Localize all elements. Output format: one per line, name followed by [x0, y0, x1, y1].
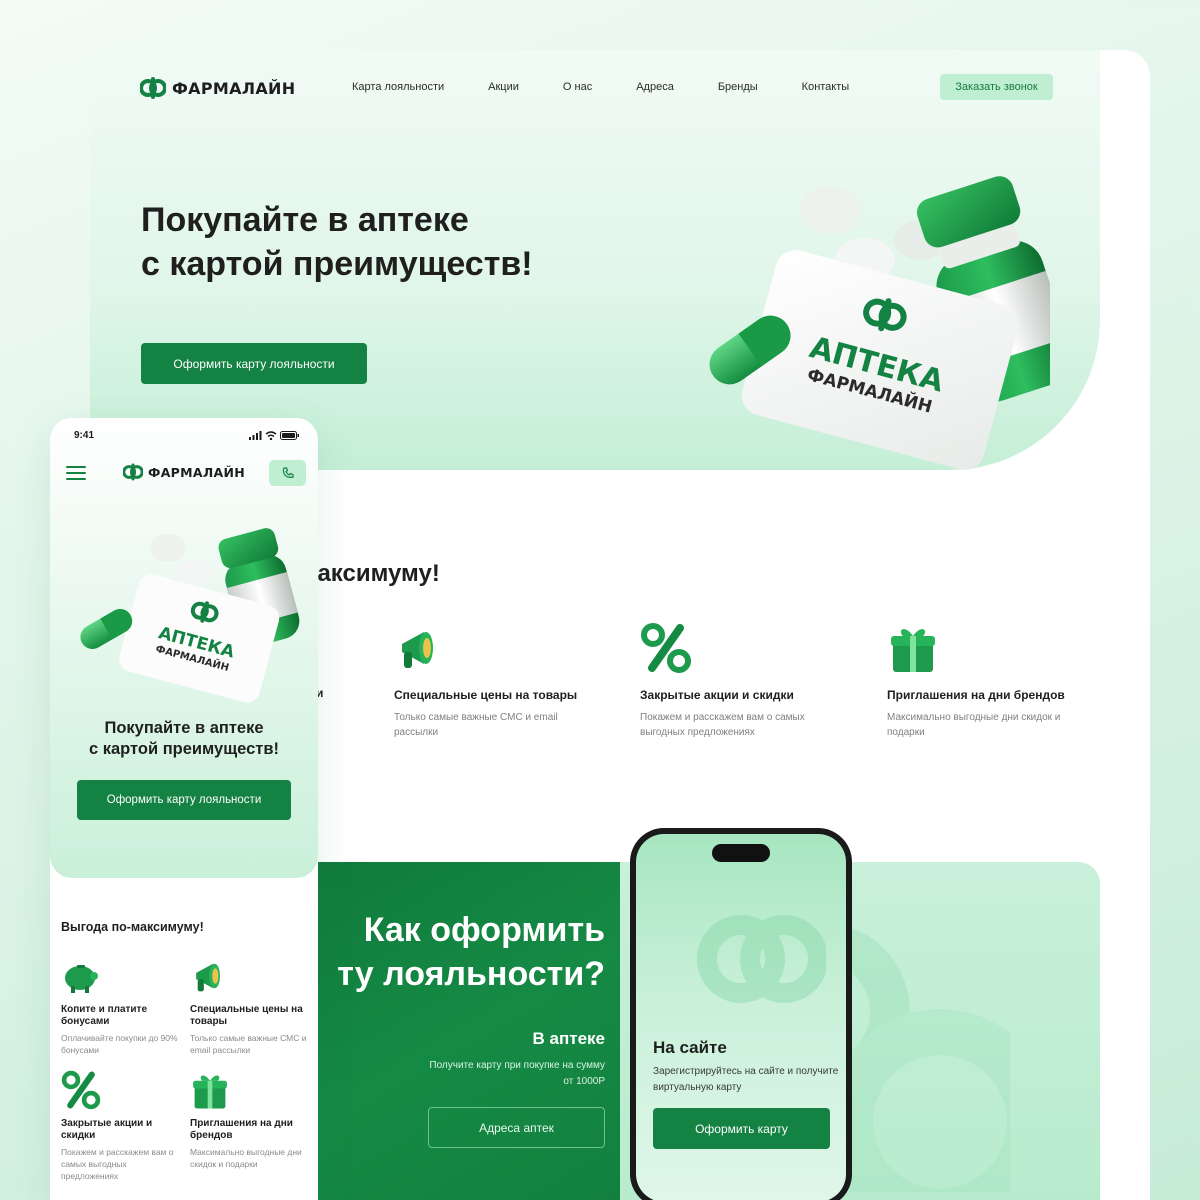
benefit-title: Приглашения на дни брендов	[887, 688, 1065, 702]
phone-icon	[282, 467, 294, 479]
get-loyalty-card-button[interactable]: Оформить карту лояльности	[77, 780, 291, 820]
request-call-button[interactable]: Заказать звонок	[940, 74, 1053, 100]
nav-brands[interactable]: Бренды	[718, 81, 758, 93]
how-title: Как оформить ту лояльности?	[337, 908, 605, 996]
in-store-desc: Получите карту при покупке на сумму от 1…	[429, 1060, 605, 1087]
how-title-line: Как оформить	[363, 911, 605, 949]
hamburger-menu-icon[interactable]	[66, 465, 86, 481]
benefit-title: Закрытые акции и скидки	[61, 1118, 153, 1141]
benefit-desc: Покажем и расскажем вам о самых выгодных…	[61, 1147, 174, 1181]
benefit-desc: Только самые важные СМС и email рассылки	[394, 712, 558, 738]
nav-contacts[interactable]: Контакты	[802, 81, 850, 93]
piggy-bank-icon	[65, 965, 98, 993]
call-button[interactable]	[269, 460, 306, 486]
phone-mockup: На сайте Зарегистрируйтесь на сайте и по…	[630, 828, 852, 1200]
benefit-desc: Максимально выгодные дни скидок и подарк…	[887, 712, 1061, 738]
percent-icon	[61, 1070, 101, 1110]
site-header: ФАРМАЛАЙН Карта лояльности Акции О нас А…	[140, 72, 1060, 104]
hero-illustration: АПТЕКА ФАРМАЛАЙН	[80, 528, 300, 703]
hero-title-line: Покупайте в аптеке	[104, 719, 264, 737]
mobile-header: ФАРМАЛАЙН	[66, 460, 306, 488]
online-desc: Зарегистрируйтесь на сайте и получите ви…	[653, 1066, 839, 1093]
online-title: На сайте	[653, 1038, 727, 1057]
hero-title-line: с картой преимуществ!	[88, 740, 280, 758]
mobile-mockup: 9:41 ФАРМАЛАЙН АПТЕКА ФАРМАЛАЙН Покупайт…	[50, 418, 318, 1200]
benefit-title: Специальные цены на товары	[190, 1004, 303, 1027]
benefit-brand-days: Приглашения на дни брендов Максимально в…	[887, 622, 1087, 740]
brand-logo[interactable]: ФАРМАЛАЙН	[140, 73, 295, 103]
in-store-title: В аптеке	[532, 1029, 605, 1048]
brand-logo[interactable]: ФАРМАЛАЙН	[123, 462, 245, 482]
benefit-closed-promos: Закрытые акции и скидки Покажем и расска…	[61, 1070, 181, 1182]
mobile-hero-title: Покупайте в аптеке с картой преимуществ!	[50, 718, 318, 760]
benefit-closed-promos: Закрытые акции и скидки Покажем и расска…	[640, 622, 840, 740]
benefit-desc: Оплачивайте покупки до 90% бонусами	[61, 1033, 178, 1055]
phone-screen: На сайте Зарегистрируйтесь на сайте и по…	[636, 834, 846, 1200]
gift-icon	[891, 629, 935, 672]
hero-title-line: Покупайте в аптеке	[141, 201, 469, 239]
brand-name: ФАРМАЛАЙН	[172, 78, 296, 98]
nav-addresses[interactable]: Адреса	[636, 81, 674, 93]
signal-icon	[249, 431, 262, 440]
status-icons	[249, 431, 300, 440]
brand-name: ФАРМАЛАЙН	[148, 464, 246, 480]
nav-promotions[interactable]: Акции	[488, 81, 519, 93]
nav-loyalty-card[interactable]: Карта лояльности	[352, 81, 444, 93]
main-nav: Карта лояльности Акции О нас Адреса Брен…	[352, 81, 849, 93]
pharmacy-addresses-button[interactable]: Адреса аптек	[428, 1107, 605, 1148]
get-card-button[interactable]: Оформить карту	[653, 1108, 830, 1149]
benefit-special-prices: Специальные цены на товары Только самые …	[394, 622, 594, 740]
status-time: 9:41	[74, 430, 95, 441]
benefit-desc: Покажем и расскажем вам о самых выгодных…	[640, 712, 805, 738]
hero-title: Покупайте в аптеке с картой преимуществ!	[141, 198, 661, 286]
benefit-special-prices: Специальные цены на товары Только самые …	[190, 956, 310, 1056]
brand-logo-icon	[140, 77, 166, 99]
desktop-hero: ФАРМАЛАЙН Карта лояльности Акции О нас А…	[90, 50, 1100, 470]
benefit-desc: Только самые важные СМС и email рассылки	[190, 1033, 307, 1055]
benefit-title: Специальные цены на товары	[394, 688, 578, 702]
nav-about[interactable]: О нас	[563, 81, 592, 93]
benefit-title: Закрытые акции и скидки	[640, 688, 794, 702]
get-loyalty-card-button[interactable]: Оформить карту лояльности	[141, 343, 367, 384]
hero-illustration: АПТЕКА ФАРМАЛАЙН	[709, 176, 1050, 470]
benefit-bonuses: Копите и платите бонусами Оплачивайте по…	[61, 956, 181, 1056]
benefit-title: Приглашения на дни брендов	[190, 1118, 293, 1141]
phone-notch	[712, 844, 770, 862]
percent-icon	[641, 623, 691, 673]
megaphone-icon	[196, 963, 220, 992]
hero-title-line: с картой преимуществ!	[141, 245, 533, 283]
battery-icon	[280, 431, 299, 440]
gift-icon	[193, 1075, 227, 1109]
how-title-line: ту лояльности?	[337, 955, 605, 993]
mobile-benefits-title: Выгода по-максимуму!	[61, 920, 204, 934]
brand-logo-icon	[123, 463, 143, 481]
benefit-title: Копите и платите бонусами	[61, 1004, 148, 1027]
wifi-icon	[265, 431, 277, 440]
mobile-hero: 9:41 ФАРМАЛАЙН АПТЕКА ФАРМАЛАЙН Покупайт…	[50, 418, 318, 878]
megaphone-icon	[402, 632, 433, 668]
decorative-logo-icon	[697, 915, 826, 1003]
benefit-desc: Максимально выгодные дни скидок и подарк…	[190, 1147, 302, 1169]
benefit-brand-days: Приглашения на дни брендов Максимально в…	[190, 1070, 310, 1170]
benefits-title: максимуму!	[300, 560, 440, 587]
